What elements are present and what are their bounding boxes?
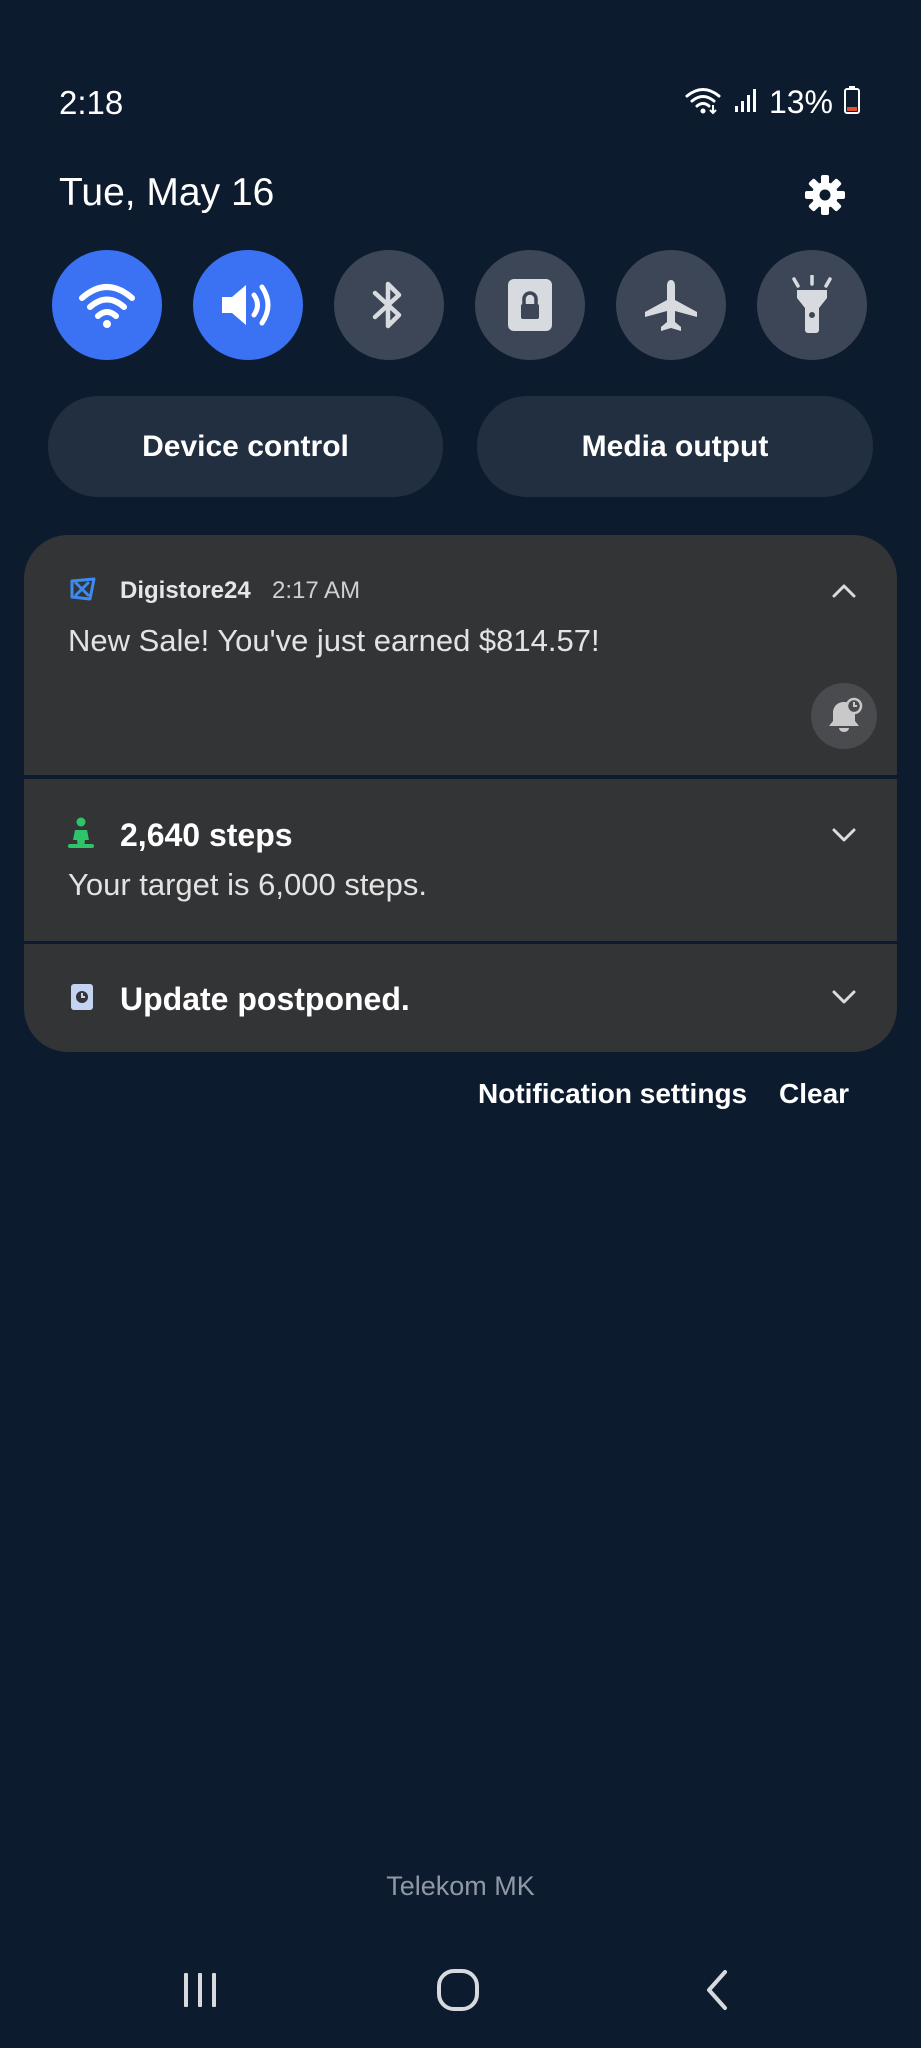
- notification-steps[interactable]: 2,640 steps Your target is 6,000 steps.: [24, 779, 897, 941]
- chevron-down-icon: [832, 990, 856, 1004]
- volume-icon: [222, 284, 271, 326]
- chevron-down-icon: [832, 828, 856, 842]
- home-button[interactable]: [408, 1950, 508, 2030]
- lock-icon: [508, 279, 552, 331]
- clear-button[interactable]: Clear: [779, 1078, 849, 1110]
- notification-title: 2,640 steps: [120, 817, 293, 853]
- airplane-icon: [645, 280, 697, 331]
- recent-apps-button[interactable]: [150, 1950, 250, 2030]
- battery-icon: [843, 85, 861, 120]
- wifi-status-icon: [683, 85, 723, 120]
- carrier-label: Telekom MK: [386, 1871, 535, 1901]
- collapse-button[interactable]: [824, 571, 864, 611]
- walking-icon: [66, 817, 96, 849]
- notification-body: New Sale! You've just earned $814.57!: [68, 623, 600, 658]
- navigation-bar: [0, 1950, 921, 2030]
- notification-time: 2:17 AM: [272, 577, 361, 604]
- settings-button[interactable]: [795, 165, 855, 225]
- device-control-button[interactable]: Device control: [48, 396, 443, 497]
- notification-settings-button[interactable]: Notification settings: [478, 1078, 747, 1110]
- wifi-toggle[interactable]: [52, 250, 162, 360]
- app-name: Digistore24: [120, 577, 251, 604]
- status-icons: 13%: [683, 84, 861, 121]
- chevron-up-icon: [832, 584, 856, 598]
- signal-icon: [733, 86, 759, 119]
- notification-title: Update postponed.: [120, 981, 410, 1017]
- notification-digistore24[interactable]: Digistore24 2:17 AM New Sale! You've jus…: [24, 535, 897, 775]
- status-time: 2:18: [59, 84, 124, 121]
- status-bar: 2:18 13%: [0, 0, 921, 150]
- expand-button[interactable]: [824, 977, 864, 1017]
- back-button[interactable]: [666, 1950, 766, 2030]
- snooze-bell-icon: [829, 697, 863, 732]
- back-icon: [707, 1970, 727, 2010]
- digistore-icon: [68, 575, 98, 603]
- sound-toggle[interactable]: [193, 250, 303, 360]
- bluetooth-toggle[interactable]: [334, 250, 444, 360]
- expand-button[interactable]: [824, 815, 864, 855]
- bluetooth-icon: [372, 281, 402, 329]
- recent-apps-icon: [184, 1973, 216, 2007]
- home-icon: [437, 1969, 479, 2011]
- battery-percent: 13%: [768, 84, 833, 120]
- notification-body: Your target is 6,000 steps.: [68, 867, 428, 902]
- wifi-icon: [79, 284, 135, 328]
- notification-update[interactable]: Update postponed.: [24, 944, 897, 1052]
- airplane-mode-toggle[interactable]: [616, 250, 726, 360]
- media-output-button[interactable]: Media output: [477, 396, 873, 497]
- snooze-button[interactable]: [811, 683, 877, 749]
- flashlight-icon: [792, 275, 832, 333]
- notification-group: Digistore24 2:17 AM New Sale! You've jus…: [24, 535, 897, 1052]
- gear-icon: [805, 175, 845, 215]
- media-output-label: Media output: [581, 429, 769, 463]
- device-control-label: Device control: [142, 429, 349, 463]
- date-label: Tue, May 16: [59, 171, 275, 214]
- quick-settings-row: [52, 250, 870, 360]
- flashlight-toggle[interactable]: [757, 250, 867, 360]
- update-clock-icon: [70, 983, 94, 1011]
- secure-folder-toggle[interactable]: [475, 250, 585, 360]
